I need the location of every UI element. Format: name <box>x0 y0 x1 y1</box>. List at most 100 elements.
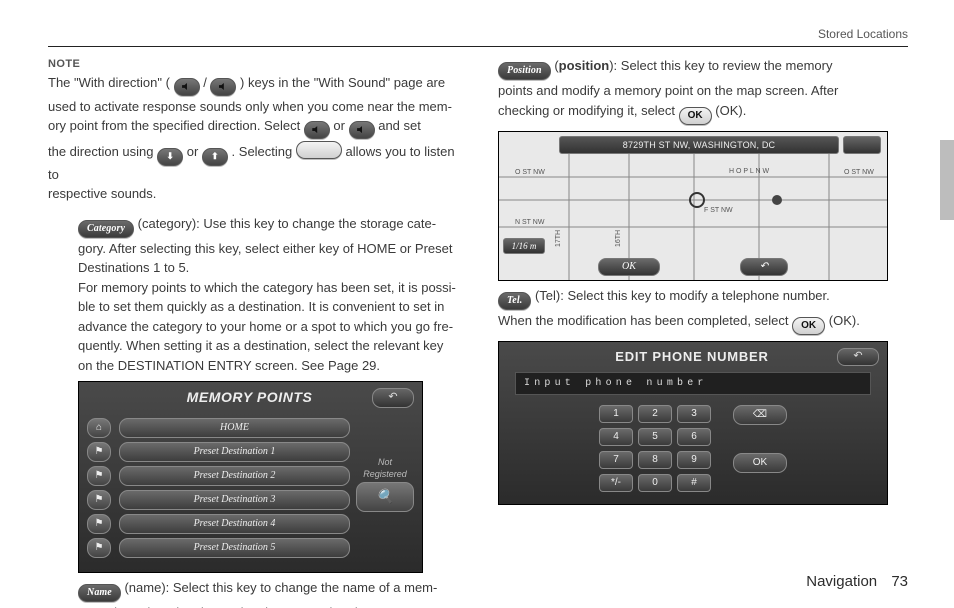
text: / <box>203 75 210 90</box>
mp-row-1[interactable]: ⚑ Preset Destination 1 <box>87 442 350 462</box>
street-label: H O P L N W <box>729 168 769 175</box>
phone-screen: EDIT PHONE NUMBER ↶ Input phone number 1… <box>498 341 888 506</box>
phone-title: EDIT PHONE NUMBER <box>547 348 837 366</box>
category-line1: Category (category): Use this key to cha… <box>78 215 458 238</box>
category-line5: ble to set them quickly as a destination… <box>78 298 458 316</box>
text: checking or modifying it, select <box>498 103 679 118</box>
text: or <box>187 144 202 159</box>
position-line3: checking or modifying it, select OK (OK)… <box>498 102 908 125</box>
key-6[interactable]: 6 <box>677 428 711 446</box>
ok-key: OK <box>679 107 712 125</box>
mp-row-2[interactable]: ⚑ Preset Destination 2 <box>87 466 350 486</box>
key-4[interactable]: 4 <box>599 428 633 446</box>
mp-row-3[interactable]: ⚑ Preset Destination 3 <box>87 490 350 510</box>
note-line1: The "With direction" ( / ) keys in the "… <box>48 74 458 96</box>
text: Registered <box>356 468 414 480</box>
key-7[interactable]: 7 <box>599 451 633 469</box>
mp-slot[interactable]: Preset Destination 1 <box>119 442 350 462</box>
key-5[interactable]: 5 <box>638 428 672 446</box>
text: ory point from the specified direction. … <box>48 118 304 133</box>
street-label: O ST NW <box>844 169 874 176</box>
mp-slot[interactable]: Preset Destination 2 <box>119 466 350 486</box>
mp-slot[interactable]: Preset Destination 5 <box>119 538 350 558</box>
note-line5: respective sounds. <box>48 185 458 203</box>
pin-icon: ⚑ <box>87 538 111 558</box>
name-line2: ory point. When the change has been comp… <box>78 604 458 608</box>
arrow-down-icon <box>157 148 183 166</box>
column-left: NOTE The "With direction" ( / ) keys in … <box>48 57 458 608</box>
phone-prompt: Input phone number <box>515 372 871 396</box>
street-label: 16TH <box>615 230 622 247</box>
text: ) keys in the "With Sound" page are <box>240 75 445 90</box>
pin-icon: ⚑ <box>87 514 111 534</box>
text: or <box>333 118 348 133</box>
key-hash[interactable]: # <box>677 474 711 492</box>
category-line6: advance the category to your home or a s… <box>78 318 458 336</box>
mp-slot[interactable]: Preset Destination 3 <box>119 490 350 510</box>
footer-label: Navigation <box>806 573 877 590</box>
page-number: 73 <box>891 573 908 590</box>
pin-icon: ⚑ <box>87 490 111 510</box>
street-label: O ST NW <box>515 169 545 176</box>
listen-key-icon <box>296 141 342 159</box>
column-right: Position (position): Select this key to … <box>498 57 908 608</box>
text: (Tel): Select this key to modify a telep… <box>535 288 830 303</box>
phone-titlebar: EDIT PHONE NUMBER ↶ <box>507 348 879 366</box>
header-section: Stored Locations <box>48 26 908 47</box>
key-9[interactable]: 9 <box>677 451 711 469</box>
phone-ok-button[interactable]: OK <box>733 453 787 473</box>
mp-row-5[interactable]: ⚑ Preset Destination 5 <box>87 538 350 558</box>
phone-keypad: 1 2 3 4 5 6 7 8 9 */- 0 # ⌫ <box>507 405 879 492</box>
street-label: F ST NW <box>704 207 733 214</box>
mp-slot[interactable]: Preset Destination 4 <box>119 514 350 534</box>
name-line1: Name (name): Select this key to change t… <box>78 579 458 602</box>
search-button[interactable]: 🔍 <box>356 482 414 512</box>
speaker-left-icon <box>174 78 200 96</box>
text: (OK). <box>715 103 746 118</box>
key-2[interactable]: 2 <box>638 405 672 423</box>
text: ): Select this key to review the memory <box>609 58 832 73</box>
mp-row-home[interactable]: ⌂ HOME <box>87 418 350 438</box>
pin-icon: ⚑ <box>87 442 111 462</box>
key-3[interactable]: 3 <box>677 405 711 423</box>
speaker-right-icon <box>210 78 236 96</box>
key-star[interactable]: */- <box>599 474 633 492</box>
name-key: Name <box>78 584 121 602</box>
arrow-up-icon <box>202 148 228 166</box>
tel-key: Tel. <box>498 292 531 310</box>
key-8[interactable]: 8 <box>638 451 672 469</box>
position-line1: Position (position): Select this key to … <box>498 57 908 80</box>
note-line2: used to activate response sounds only wh… <box>48 98 458 116</box>
tel-line1: Tel. (Tel): Select this key to modify a … <box>498 287 908 310</box>
category-key: Category <box>78 220 134 238</box>
map-back-button[interactable]: ↶ <box>740 258 788 276</box>
back-button[interactable]: ↶ <box>372 388 414 408</box>
mp-row-4[interactable]: ⚑ Preset Destination 4 <box>87 514 350 534</box>
note-line4: the direction using or . Selecting allow… <box>48 141 458 184</box>
scale-indicator: 1/16 m <box>503 238 545 254</box>
category-line7: quently. When setting it as a destinatio… <box>78 337 458 355</box>
text: and set <box>378 118 421 133</box>
page-footer: Navigation 73 <box>806 572 908 592</box>
delete-button[interactable]: ⌫ <box>733 405 787 425</box>
home-icon: ⌂ <box>87 418 111 438</box>
category-line3: Destinations 1 to 5. <box>78 259 458 277</box>
position-line2: points and modify a memory point on the … <box>498 82 908 100</box>
category-line4: For memory points to which the category … <box>78 279 458 297</box>
keypad-side: ⌫ OK <box>733 405 787 473</box>
text: (OK). <box>829 313 860 328</box>
key-0[interactable]: 0 <box>638 474 672 492</box>
note-heading: NOTE <box>48 57 458 72</box>
memory-points-screen: MEMORY POINTS ↶ ⌂ HOME ⚑Preset Destinati… <box>78 381 423 573</box>
map-ok-button[interactable]: OK <box>598 258 660 276</box>
pin-icon: ⚑ <box>87 466 111 486</box>
text: Not <box>356 456 414 468</box>
edge-tab <box>940 140 954 220</box>
text: When the modification has been completed… <box>498 313 792 328</box>
content-columns: NOTE The "With direction" ( / ) keys in … <box>48 57 908 608</box>
key-1[interactable]: 1 <box>599 405 633 423</box>
note-line3: ory point from the specified direction. … <box>48 117 458 139</box>
text: . Selecting <box>232 144 296 159</box>
back-button[interactable]: ↶ <box>837 348 879 366</box>
mp-slot[interactable]: HOME <box>119 418 350 438</box>
